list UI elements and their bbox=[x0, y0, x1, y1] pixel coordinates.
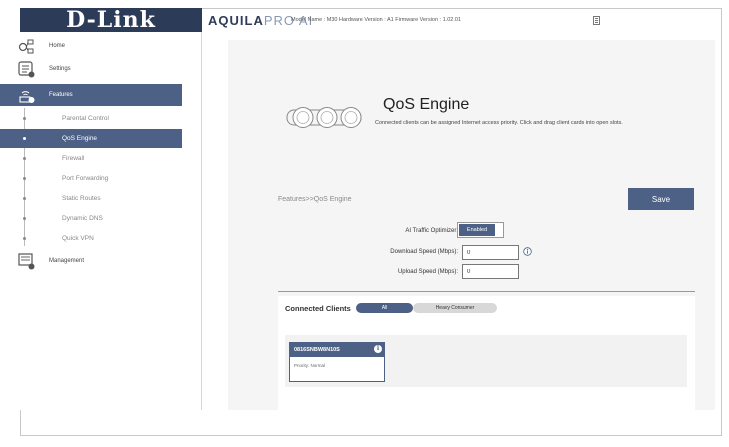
features-wireless-icon bbox=[19, 91, 35, 103]
toggle-state: Enabled bbox=[459, 224, 495, 236]
sidebar-item-label: Home bbox=[49, 43, 66, 49]
logo-text: D-Link bbox=[66, 7, 156, 33]
model-info: Model Name : M30 Hardware Version : A1 F… bbox=[291, 17, 461, 23]
page-title: QoS Engine bbox=[383, 96, 470, 113]
ai-optimizer-toggle[interactable]: Enabled bbox=[457, 222, 504, 238]
download-speed-label: Download Speed (Mbps): bbox=[390, 249, 458, 255]
page-description: Connected clients can be assigned Intern… bbox=[375, 120, 623, 126]
sidebar-subitem-label: Parental Control bbox=[62, 115, 109, 122]
section-divider bbox=[278, 291, 695, 292]
sidebar-subitem-label: Firewall bbox=[62, 155, 85, 162]
bullet-icon bbox=[23, 237, 26, 240]
download-speed-input[interactable] bbox=[462, 245, 519, 260]
sidebar-item-settings[interactable]: Settings bbox=[0, 58, 182, 80]
bullet-icon bbox=[23, 117, 26, 120]
upload-speed-label: Upload Speed (Mbps): bbox=[397, 269, 458, 275]
sidebar-item-label: Settings bbox=[49, 66, 71, 72]
sidebar-item-management[interactable]: Management bbox=[0, 250, 182, 272]
bullet-icon bbox=[23, 157, 26, 160]
tab-all[interactable]: All bbox=[356, 303, 413, 313]
home-network-icon bbox=[18, 39, 34, 54]
settings-icon bbox=[18, 61, 35, 78]
sidebar-item-label: Features bbox=[49, 92, 73, 98]
sidebar-item-quick-vpn[interactable]: Quick VPN bbox=[0, 229, 182, 248]
sidebar-subitem-label: Port Forwarding bbox=[62, 175, 109, 182]
sidebar-item-qos-engine[interactable]: QoS Engine bbox=[0, 129, 182, 148]
sidebar-item-features[interactable]: Features bbox=[0, 84, 182, 106]
dlink-logo: D-Link bbox=[20, 8, 202, 32]
sidebar-item-port-forwarding[interactable]: Port Forwarding bbox=[0, 169, 182, 188]
sidebar-item-label: Management bbox=[49, 258, 85, 264]
bullet-icon bbox=[23, 197, 26, 200]
sidebar-item-dynamic-dns[interactable]: Dynamic DNS bbox=[0, 209, 182, 228]
connected-clients-title: Connected Clients bbox=[285, 304, 351, 313]
upload-speed-input[interactable] bbox=[462, 264, 519, 279]
bullet-icon bbox=[23, 217, 26, 220]
sidebar-item-home[interactable]: Home bbox=[0, 35, 182, 57]
ai-optimizer-label: AI Traffic Optimizer: bbox=[405, 228, 458, 234]
sidebar-subitem-label: Dynamic DNS bbox=[62, 215, 103, 222]
bullet-icon bbox=[23, 137, 26, 140]
client-card[interactable]: 0816SNBW8N10S i Priority: Normal bbox=[289, 342, 385, 382]
bullet-icon bbox=[23, 177, 26, 180]
router-device-icon bbox=[286, 107, 362, 128]
sidebar-item-parental-control[interactable]: Parental Control bbox=[0, 109, 182, 128]
info-icon[interactable] bbox=[523, 247, 532, 256]
client-priority: Priority: Normal bbox=[294, 363, 326, 368]
client-card-header: 0816SNBW8N10S i bbox=[290, 343, 384, 357]
sidebar-subitem-label: Static Routes bbox=[62, 195, 101, 202]
sidebar-item-static-routes[interactable]: Static Routes bbox=[0, 189, 182, 208]
save-button[interactable]: Save bbox=[628, 188, 694, 210]
client-name: 0816SNBW8N10S bbox=[294, 347, 340, 353]
tab-heavy-consumer[interactable]: Heavy Consumer bbox=[413, 303, 497, 313]
sidebar-item-firewall[interactable]: Firewall bbox=[0, 149, 182, 168]
management-icon bbox=[18, 253, 35, 270]
brand-main: AQUILA bbox=[208, 13, 264, 28]
sidebar-subitem-label: QoS Engine bbox=[62, 135, 98, 142]
document-icon[interactable] bbox=[593, 16, 600, 25]
sidebar-subitem-label: Quick VPN bbox=[62, 235, 94, 242]
client-info-icon[interactable]: i bbox=[374, 345, 382, 353]
breadcrumb: Features>>QoS Engine bbox=[278, 196, 352, 203]
